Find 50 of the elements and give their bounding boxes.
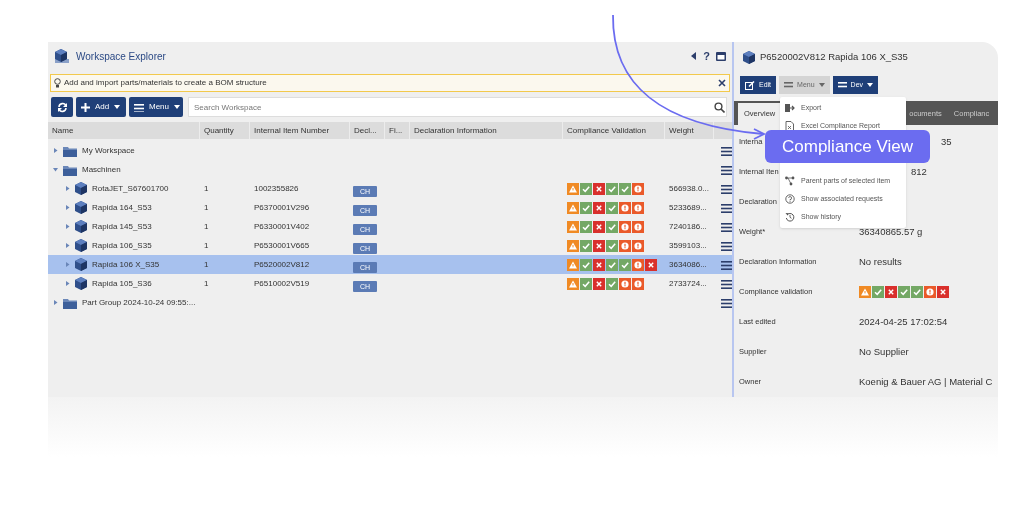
item-name[interactable]: Rapida 106_S35	[92, 239, 152, 252]
item-name[interactable]: My Workspace	[82, 144, 135, 157]
table-cell-text: 5233689...	[668, 201, 708, 214]
item-name[interactable]: Rapida 105_S36	[92, 277, 152, 290]
field-value: 35	[941, 134, 952, 149]
column-header[interactable]: Name	[48, 122, 200, 139]
table-cell-text: 1	[203, 258, 210, 271]
item-name[interactable]: Rapida 145_S53	[92, 220, 152, 233]
field-value: No results	[859, 254, 902, 269]
field-value: 36340865.57 g	[859, 224, 923, 239]
item-name[interactable]: Rapida 106 X_S35	[92, 258, 160, 271]
table-cell-text: 1	[203, 182, 210, 195]
item-name[interactable]: Maschinen	[82, 163, 121, 176]
callout-tooltip: Compliance View	[765, 130, 931, 163]
table-cell-text: P6510002V519	[253, 277, 311, 290]
column-header[interactable]: Internal Item Number	[250, 122, 350, 139]
item-name[interactable]: Part Group 2024-10-24 09:55:...	[82, 296, 196, 309]
table-cell-text: 1	[203, 277, 210, 290]
hint-text: Add and import parts/materials to create a BOM structure	[64, 77, 268, 89]
column-header[interactable]: Compliance Validation	[563, 122, 665, 139]
column-header[interactable]: Quantity	[200, 122, 250, 139]
table-cell-text: 3634086...	[668, 258, 708, 271]
table-cell-text: 1002355826	[253, 182, 300, 195]
item-name[interactable]: Rapida 164_S53	[92, 201, 152, 214]
column-header[interactable]: Weight	[665, 122, 714, 139]
table-cell-text: 7240186...	[668, 220, 708, 233]
column-header[interactable]: Declaration Information	[410, 122, 563, 139]
table-cell-text: 3599103...	[668, 239, 708, 252]
table-cell-text: 566938.0...	[668, 182, 711, 195]
table-cell-text: 1	[203, 239, 210, 252]
table-cell-text: P6330001V402	[253, 220, 311, 233]
field-value: No Supplier	[859, 344, 909, 359]
field-value: 812	[911, 164, 927, 179]
help-icon[interactable]: ?	[703, 47, 710, 65]
column-header[interactable]: Fi...	[385, 122, 410, 139]
table-cell-text: 1	[203, 201, 210, 214]
item-title: P6520002V812 Rapida 106 X_S35	[760, 50, 908, 65]
search-field[interactable]: Search Workspace	[188, 97, 727, 117]
table-cell-text: P6520002V812	[253, 258, 311, 271]
add-button[interactable]: Add	[76, 97, 126, 117]
field-value: 2024-04-25 17:02:54	[859, 314, 948, 329]
column-header[interactable]: Decl...	[350, 122, 385, 139]
item-name[interactable]: RotaJET_S67601700	[92, 182, 169, 195]
menu-button[interactable]: Menu	[129, 97, 183, 117]
table-cell-text: 1	[203, 220, 210, 233]
table-cell-text: P6530001V665	[253, 239, 311, 252]
panel-title: Workspace Explorer	[76, 49, 166, 64]
field-value: Koenig & Bauer AG | Material C	[859, 374, 993, 389]
table-cell-text: 2733724...	[668, 277, 708, 290]
table-cell-text: P6370001V296	[253, 201, 311, 214]
